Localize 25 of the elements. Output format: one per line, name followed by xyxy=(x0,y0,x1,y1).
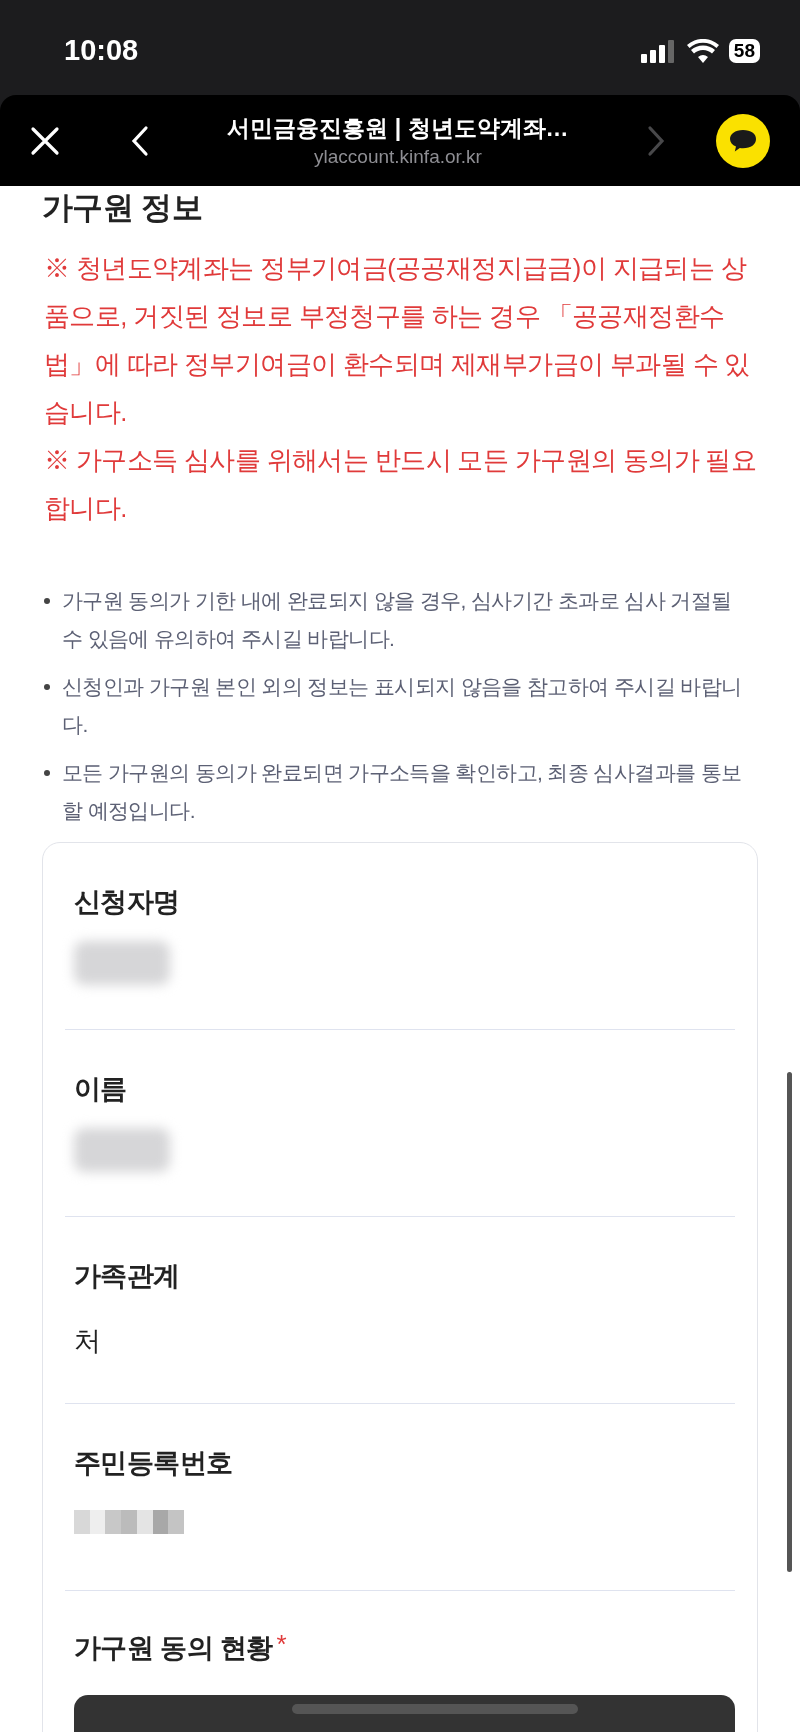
field-label: 주민등록번호 xyxy=(74,1446,233,1480)
bullet-icon xyxy=(44,770,50,777)
field-label: 이름 xyxy=(74,1072,127,1106)
field-value: 처 xyxy=(74,1324,102,1358)
signal-icon xyxy=(640,38,677,63)
page-url: ylaccount.kinfa.or.kr xyxy=(314,146,482,168)
section-title: 가구원 정보 xyxy=(42,189,203,227)
back-button[interactable] xyxy=(130,124,150,157)
bullet-icon xyxy=(44,684,50,691)
bullet-icon xyxy=(44,598,50,604)
wifi-icon xyxy=(686,38,719,63)
warning-text: ※ 청년도약계좌는 정부기여금(공공재정지급금)이 지급되는 상품으로, 거짓된 정보로 부정청구를 하는 경우 「공공재정환수법」에 따라 정부기여금이 환수되며 제재부가금이 부과될 수 있습니다. xyxy=(44,253,751,428)
field-label: 신청자명 xyxy=(74,885,180,919)
close-button[interactable] xyxy=(30,125,60,156)
note-text: 신청인과 가구원 본인 외의 정보는 표시되지 않음을 참고하여 주시길 바랍니다. xyxy=(62,674,743,738)
note-text: 모든 가구원의 동의가 완료되면 가구소득을 확인하고, 최종 심사결과를 통보할 예정입니다. xyxy=(62,760,743,824)
required-mark: * xyxy=(276,1628,287,1659)
chat-button[interactable] xyxy=(716,113,770,168)
note-text: 가구원 동의가 기한 내에 완료되지 않을 경우, 심사기간 초과로 심사 거절될 수 있음에 유의하여 주시길 바랍니다. xyxy=(62,588,733,652)
battery-level: 58 xyxy=(728,38,760,63)
field-label: 가족관계 xyxy=(74,1259,180,1293)
page-title: 서민금융진흥원 | 청년도약계좌… xyxy=(227,114,569,143)
field-label: 가구원 동의 현황 xyxy=(74,1631,273,1665)
status-time: 10:08 xyxy=(64,34,139,67)
warning-text: ※ 가구소득 심사를 위해서는 반드시 모든 가구원의 동의가 필요합니다. xyxy=(44,445,758,524)
